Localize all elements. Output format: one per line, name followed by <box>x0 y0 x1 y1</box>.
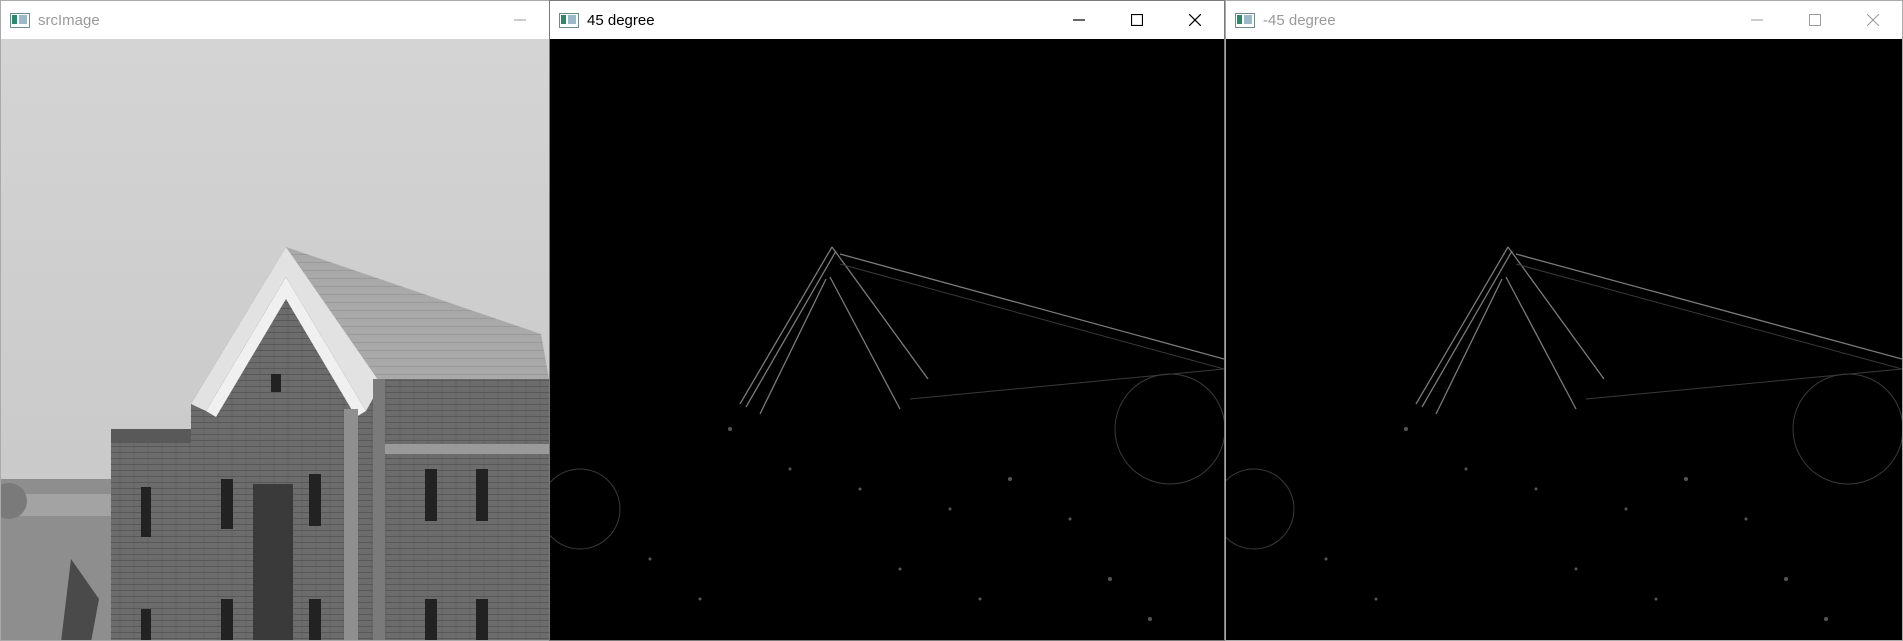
maximize-icon <box>1809 14 1821 26</box>
caption-buttons <box>491 1 549 39</box>
minimize-icon <box>1751 19 1763 21</box>
window-title: 45 degree <box>587 11 655 29</box>
minimize-button[interactable] <box>1728 1 1786 39</box>
edge-45-canvas <box>550 39 1224 640</box>
close-button[interactable] <box>1844 1 1902 39</box>
window-src-image[interactable]: srcImage <box>0 0 550 641</box>
caption-buttons <box>1728 1 1902 39</box>
window-title: -45 degree <box>1263 11 1336 29</box>
app-window-icon <box>1235 12 1255 28</box>
app-window-icon <box>10 12 30 28</box>
window-minus-45-degree[interactable]: -45 degree <box>1225 0 1903 641</box>
close-icon <box>1867 14 1879 26</box>
titlebar[interactable]: 45 degree <box>550 1 1224 39</box>
edge-image-minus-45 <box>1226 39 1902 640</box>
maximize-button[interactable] <box>1108 1 1166 39</box>
app-window-icon <box>559 12 579 28</box>
minimize-icon <box>1073 19 1085 21</box>
window-45-degree[interactable]: 45 degree <box>549 0 1225 641</box>
building-photo <box>1 39 549 640</box>
minimize-icon <box>514 19 526 21</box>
desktop: srcImage 45 degree -45 degree <box>0 0 1903 641</box>
edge-image-45 <box>550 39 1224 640</box>
edge-minus-45-canvas <box>1226 39 1902 640</box>
minimize-button[interactable] <box>1050 1 1108 39</box>
maximize-icon <box>1131 14 1143 26</box>
titlebar[interactable]: srcImage <box>1 1 549 39</box>
maximize-button[interactable] <box>1786 1 1844 39</box>
close-button[interactable] <box>1166 1 1224 39</box>
titlebar[interactable]: -45 degree <box>1226 1 1902 39</box>
minimize-button[interactable] <box>491 1 549 39</box>
window-title: srcImage <box>38 11 100 29</box>
caption-buttons <box>1050 1 1224 39</box>
src-image-canvas <box>1 39 549 640</box>
close-icon <box>1189 14 1201 26</box>
